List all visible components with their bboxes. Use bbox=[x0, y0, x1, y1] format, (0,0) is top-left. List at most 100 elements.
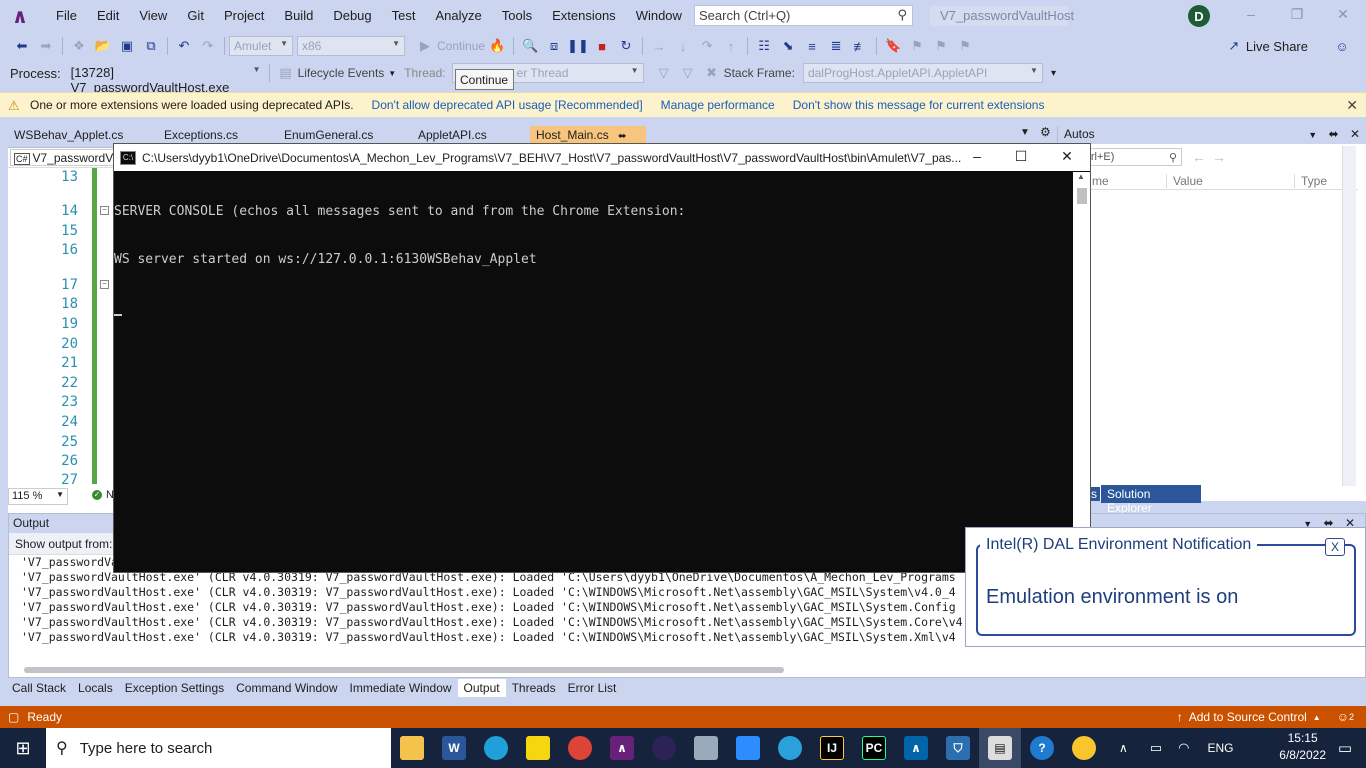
configuration-select[interactable]: Amulet ▼ bbox=[229, 36, 293, 56]
back-icon[interactable]: ← bbox=[1192, 149, 1206, 165]
stack-frame-select[interactable]: dalProgHost.AppletAPI.AppletAPI ▼ bbox=[802, 63, 1043, 83]
show-next-statement-icon[interactable]: → bbox=[649, 36, 669, 56]
menu-test[interactable]: Test bbox=[382, 0, 426, 32]
manage-performance-link[interactable]: Manage performance bbox=[661, 98, 775, 112]
pause-icon[interactable]: ❚❚ bbox=[567, 36, 589, 56]
menu-build[interactable]: Build bbox=[274, 0, 323, 32]
search-input[interactable]: Search (Ctrl+Q) ⚲ bbox=[694, 5, 913, 26]
menu-edit[interactable]: Edit bbox=[87, 0, 129, 32]
close-icon[interactable]: ✕ bbox=[1052, 148, 1082, 165]
pycharm-icon[interactable]: PC bbox=[853, 728, 895, 768]
save-icon[interactable]: ▣ bbox=[117, 36, 137, 56]
hot-reload-icon[interactable]: 🔥 bbox=[487, 36, 507, 56]
collapse-icon[interactable]: − bbox=[100, 206, 109, 215]
horizontal-scrollbar[interactable] bbox=[24, 667, 784, 673]
live-share-button[interactable]: Live Share bbox=[1246, 39, 1308, 54]
sticky-notes-icon[interactable] bbox=[517, 728, 559, 768]
find-in-files-icon[interactable]: 🔍 bbox=[520, 36, 540, 56]
window-menu-icon[interactable]: ▼ bbox=[1308, 130, 1317, 140]
menu-debug[interactable]: Debug bbox=[323, 0, 381, 32]
prev-bookmark-icon[interactable]: ⚑ bbox=[907, 36, 927, 56]
toolbar-overflow-icon[interactable]: ▾ bbox=[1051, 68, 1056, 79]
pin-icon[interactable]: ⬌ bbox=[618, 131, 626, 142]
platform-select[interactable]: x86 ▼ bbox=[297, 36, 405, 56]
add-to-source-control-button[interactable]: Add to Source Control bbox=[1189, 710, 1307, 724]
filter-icon[interactable]: ▽ bbox=[654, 63, 674, 83]
tab-immediate-window[interactable]: Immediate Window bbox=[344, 679, 458, 697]
minimize-icon[interactable]: – bbox=[1236, 6, 1266, 22]
console-output[interactable]: SERVER CONSOLE (echos all messages sent … bbox=[114, 172, 1074, 572]
flag-threads-icon[interactable]: ✖ bbox=[702, 63, 722, 83]
menu-window[interactable]: Window bbox=[626, 0, 692, 32]
maximize-icon[interactable]: ☐ bbox=[1006, 148, 1036, 165]
column-name[interactable]: me bbox=[1092, 174, 1109, 188]
taskbar-search-input[interactable]: ⚲ Type here to search bbox=[46, 728, 391, 768]
word-icon[interactable]: W bbox=[433, 728, 475, 768]
tab-command-window[interactable]: Command Window bbox=[230, 679, 343, 697]
notification-close-button[interactable]: X bbox=[1325, 538, 1345, 556]
process-select[interactable]: [13728] V7_passwordVaultHost.exe ▼ bbox=[67, 63, 265, 95]
notifications-icon[interactable]: ☺ bbox=[1337, 710, 1349, 724]
forward-icon[interactable]: → bbox=[1212, 149, 1226, 165]
app-yellow-icon[interactable] bbox=[1063, 728, 1105, 768]
continue-button[interactable]: Continue bbox=[437, 39, 485, 53]
visual-studio-icon[interactable]: ∧ bbox=[601, 728, 643, 768]
menu-view[interactable]: View bbox=[129, 0, 177, 32]
help-icon[interactable]: ? bbox=[1021, 728, 1063, 768]
console-app-icon[interactable]: ▤ bbox=[979, 728, 1021, 768]
toolbar-icon-a[interactable]: ⬊ bbox=[778, 36, 798, 56]
tab-dropdown-icon[interactable]: ▼ bbox=[1020, 127, 1030, 138]
step-over-icon[interactable]: ↷ bbox=[697, 36, 717, 56]
telegram-icon[interactable] bbox=[769, 728, 811, 768]
security-shield-icon[interactable]: ⛉ bbox=[937, 728, 979, 768]
step-into-icon[interactable]: ↓ bbox=[673, 36, 693, 56]
undo-icon[interactable]: ↶ bbox=[174, 36, 194, 56]
file-explorer-icon[interactable] bbox=[391, 728, 433, 768]
vscode-icon[interactable]: ∧ bbox=[895, 728, 937, 768]
close-icon[interactable]: ✕ bbox=[1350, 127, 1360, 141]
tab-output[interactable]: Output bbox=[457, 679, 506, 697]
step-out-icon[interactable]: ↑ bbox=[721, 36, 741, 56]
visual-studio-logo-icon[interactable]: ∧ bbox=[8, 4, 32, 28]
console-title-bar[interactable]: C:\ C:\Users\dyyb1\OneDrive\Documentos\A… bbox=[114, 144, 1090, 171]
tab-locals[interactable]: Locals bbox=[72, 679, 119, 697]
stop-icon[interactable]: ■ bbox=[592, 36, 612, 56]
comment-icon[interactable]: ≣ bbox=[826, 36, 846, 56]
menu-project[interactable]: Project bbox=[214, 0, 274, 32]
gear-icon[interactable]: ⚙ bbox=[1040, 125, 1051, 139]
intellij-icon[interactable]: IJ bbox=[811, 728, 853, 768]
menu-extensions[interactable]: Extensions bbox=[542, 0, 626, 32]
pin-icon[interactable]: ⬌ bbox=[1329, 127, 1339, 141]
forward-icon[interactable]: ➡ bbox=[36, 36, 56, 56]
column-type[interactable]: Type bbox=[1294, 174, 1327, 188]
battery-icon[interactable]: ▭ bbox=[1150, 740, 1162, 756]
language-indicator[interactable]: ENG bbox=[1207, 741, 1233, 755]
redo-icon[interactable]: ↷ bbox=[198, 36, 218, 56]
restart-icon[interactable]: ↻ bbox=[616, 36, 636, 56]
collapse-icon[interactable]: − bbox=[100, 280, 109, 289]
eclipse-icon[interactable] bbox=[643, 728, 685, 768]
avatar[interactable]: D bbox=[1188, 5, 1210, 27]
dont-show-message-link[interactable]: Don't show this message for current exte… bbox=[793, 98, 1045, 112]
filter-remove-icon[interactable]: ▽ bbox=[678, 63, 698, 83]
disallow-deprecated-link[interactable]: Don't allow deprecated API usage [Recomm… bbox=[372, 98, 643, 112]
autos-scrollbar[interactable] bbox=[1342, 146, 1356, 486]
no-issues-icon[interactable]: ✓ bbox=[92, 490, 102, 500]
open-folder-icon[interactable]: 📂 bbox=[93, 36, 113, 56]
clear-bookmarks-icon[interactable]: ⚑ bbox=[955, 36, 975, 56]
tab-solution-explorer[interactable]: Solution Explorer bbox=[1101, 485, 1201, 515]
tab-call-stack[interactable]: Call Stack bbox=[6, 679, 72, 697]
zoom-select[interactable]: 115 % ▼ bbox=[8, 488, 68, 505]
close-icon[interactable]: ✕ bbox=[1346, 97, 1358, 114]
minimize-icon[interactable]: – bbox=[962, 148, 992, 164]
scrollbar-thumb[interactable] bbox=[1077, 188, 1087, 204]
column-value[interactable]: Value bbox=[1166, 174, 1203, 188]
tab-threads[interactable]: Threads bbox=[506, 679, 562, 697]
chevron-up-icon[interactable]: ∧ bbox=[1119, 741, 1128, 755]
menu-git[interactable]: Git bbox=[177, 0, 214, 32]
scroll-up-icon[interactable]: ▲ bbox=[1077, 172, 1085, 181]
continue-play-icon[interactable]: ▶ bbox=[415, 36, 435, 56]
notification-center-icon[interactable]: ▭ bbox=[1338, 739, 1352, 757]
zoom-icon[interactable] bbox=[727, 728, 769, 768]
menu-tools[interactable]: Tools bbox=[492, 0, 542, 32]
